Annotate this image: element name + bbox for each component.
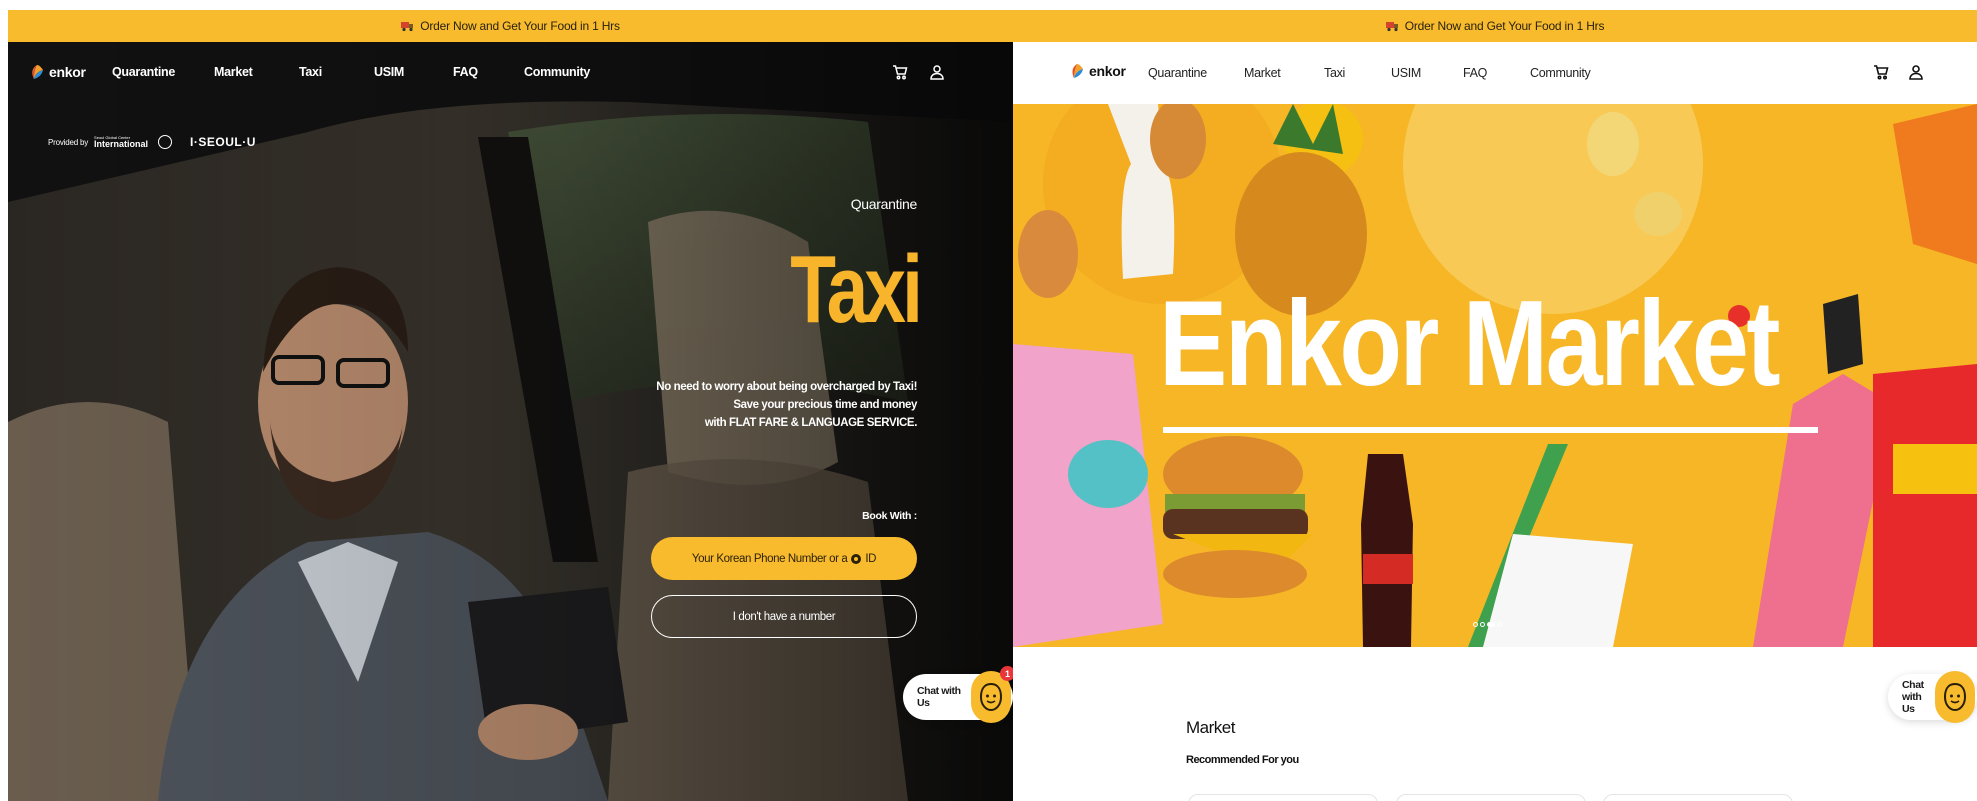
provider-org: Seoul Global Center International bbox=[94, 134, 149, 149]
user-icon[interactable] bbox=[1908, 64, 1924, 80]
market-banner[interactable]: Enkor Market bbox=[1013, 104, 1977, 647]
seoul-logo: I·SEOUL·U bbox=[190, 135, 256, 149]
carousel-dot[interactable] bbox=[1480, 622, 1485, 627]
announcement-text: Order Now and Get Your Food in 1 Hrs bbox=[1404, 19, 1605, 33]
chat-notification-badge: 1 bbox=[1000, 666, 1013, 681]
delivery-truck-icon bbox=[401, 21, 414, 32]
chat-widget[interactable]: Chat with Us 1 bbox=[903, 666, 1013, 723]
kakao-icon bbox=[851, 553, 862, 564]
nav-item-usim[interactable]: USIM bbox=[374, 65, 404, 79]
announcement-bar[interactable]: Order Now and Get Your Food in 1 Hrs bbox=[1013, 10, 1977, 42]
nav-item-market[interactable]: Market bbox=[1244, 66, 1281, 80]
taxi-page-pane: Order Now and Get Your Food in 1 Hrs enk… bbox=[8, 10, 1013, 801]
banner-title: Enkor Market bbox=[1159, 275, 1781, 411]
nav-item-quarantine[interactable]: Quarantine bbox=[1148, 66, 1207, 80]
chat-mascot-icon[interactable] bbox=[1935, 671, 1975, 723]
product-card[interactable] bbox=[1188, 794, 1378, 801]
nav-item-community[interactable]: Community bbox=[524, 65, 590, 79]
enkor-logo-icon bbox=[1070, 63, 1084, 79]
enkor-logo[interactable]: enkor bbox=[1070, 63, 1126, 79]
carousel-dot-active[interactable] bbox=[1487, 622, 1495, 627]
nav-item-quarantine[interactable]: Quarantine bbox=[112, 65, 175, 79]
hero-title: Taxi bbox=[790, 236, 923, 343]
nav-item-taxi[interactable]: Taxi bbox=[299, 65, 322, 79]
nav-item-community[interactable]: Community bbox=[1530, 66, 1591, 80]
section-subtitle: Recommended For you bbox=[1186, 754, 1299, 766]
announcement-text: Order Now and Get Your Food in 1 Hrs bbox=[420, 19, 620, 33]
announcement-bar[interactable]: Order Now and Get Your Food in 1 Hrs bbox=[8, 10, 1013, 42]
carousel-dots[interactable] bbox=[1473, 622, 1502, 627]
top-nav: enkor Quarantine Market Taxi USIM FAQ Co… bbox=[8, 42, 1013, 104]
nav-item-usim[interactable]: USIM bbox=[1391, 66, 1421, 80]
product-card[interactable] bbox=[1603, 794, 1793, 801]
top-nav: enkor Quarantine Market Taxi USIM FAQ Co… bbox=[1013, 42, 1977, 104]
nav-item-faq[interactable]: FAQ bbox=[1463, 66, 1487, 80]
section-title: Market bbox=[1186, 718, 1235, 737]
market-page-pane: Order Now and Get Your Food in 1 Hrs enk… bbox=[1013, 10, 1977, 801]
product-card[interactable] bbox=[1396, 794, 1586, 801]
cart-icon[interactable] bbox=[1873, 64, 1889, 80]
carousel-dot[interactable] bbox=[1497, 622, 1502, 627]
enkor-logo-icon bbox=[30, 64, 44, 80]
brand-name: enkor bbox=[1089, 63, 1126, 79]
provider-credit: Provided by Seoul Global Center Internat… bbox=[48, 135, 256, 149]
no-number-button[interactable]: I don't have a number bbox=[651, 595, 917, 638]
user-icon[interactable] bbox=[929, 64, 945, 80]
brand-name: enkor bbox=[49, 64, 86, 80]
hero-eyebrow: Quarantine bbox=[850, 196, 918, 212]
book-with-label: Book With : bbox=[862, 510, 917, 522]
nav-item-market[interactable]: Market bbox=[214, 65, 253, 79]
chat-widget[interactable]: Chat with Us bbox=[1888, 671, 1977, 723]
provided-by-label: Provided by bbox=[48, 137, 89, 147]
enkor-logo[interactable]: enkor bbox=[30, 64, 86, 80]
cart-icon[interactable] bbox=[892, 64, 908, 80]
nav-item-faq[interactable]: FAQ bbox=[453, 65, 478, 79]
delivery-truck-icon bbox=[1385, 21, 1399, 32]
nav-item-taxi[interactable]: Taxi bbox=[1324, 66, 1345, 80]
hero-description: No need to worry about being overcharged… bbox=[656, 381, 917, 429]
carousel-dot[interactable] bbox=[1473, 622, 1478, 627]
phone-or-kakao-button[interactable]: Your Korean Phone Number or a ID bbox=[651, 537, 917, 580]
seal-icon bbox=[158, 135, 173, 149]
